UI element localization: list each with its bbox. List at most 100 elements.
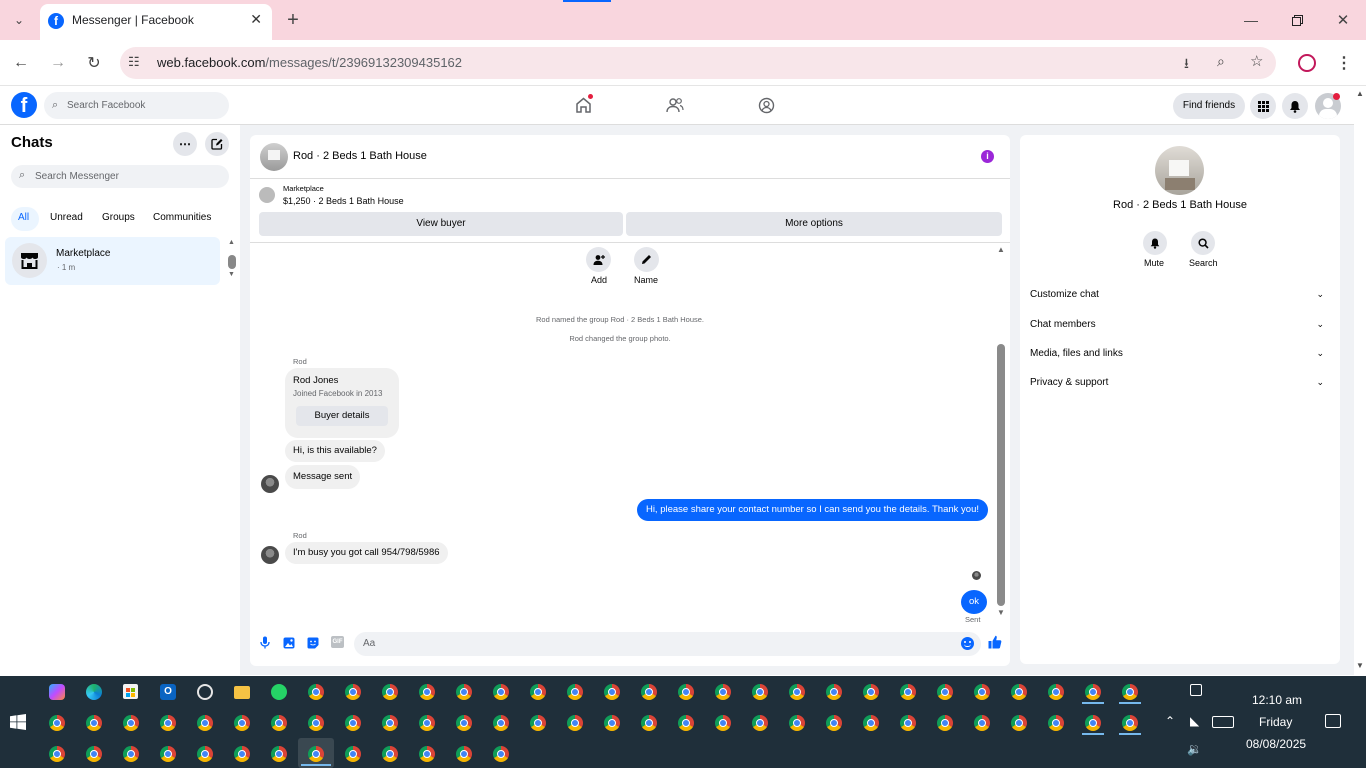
chrome-window-icon[interactable] xyxy=(641,715,657,731)
tab-search-button[interactable]: ⌄ xyxy=(8,10,30,30)
clock-time[interactable]: 12:10 am xyxy=(1252,693,1302,707)
listing-thumbnail[interactable] xyxy=(259,187,275,203)
menu-grid-icon[interactable] xyxy=(1250,93,1276,119)
new-tab-button[interactable]: + xyxy=(282,9,304,31)
volume-icon[interactable]: 🔉 xyxy=(1187,742,1202,756)
chrome-window-icon[interactable] xyxy=(493,746,509,762)
chrome-window-icon[interactable] xyxy=(900,715,916,731)
chrome-window-icon[interactable] xyxy=(419,746,435,762)
chrome-window-icon[interactable] xyxy=(160,715,176,731)
chrome-window-icon[interactable] xyxy=(974,715,990,731)
chrome-window-icon[interactable] xyxy=(567,715,583,731)
thumbs-up-icon[interactable] xyxy=(988,635,1002,654)
bookmark-star-icon[interactable]: ☆ xyxy=(1250,52,1263,70)
name-group-button[interactable] xyxy=(634,247,659,272)
conversation-title[interactable]: Rod · 2 Beds 1 Bath House xyxy=(293,150,427,162)
find-friends-button[interactable]: Find friends xyxy=(1173,93,1245,119)
keyboard-icon[interactable] xyxy=(1212,716,1234,728)
chrome-profile-icon[interactable] xyxy=(567,684,583,700)
chrome-profile-icon[interactable] xyxy=(641,684,657,700)
home-icon[interactable] xyxy=(575,94,593,118)
add-people-button[interactable] xyxy=(586,247,611,272)
facebook-search-input[interactable]: ⌕ Search Facebook xyxy=(44,92,229,119)
chrome-window-icon[interactable] xyxy=(197,715,213,731)
chrome-window-icon[interactable] xyxy=(382,715,398,731)
chrome-window-icon[interactable] xyxy=(271,746,287,762)
restore-button[interactable] xyxy=(1284,8,1310,32)
chrome-profile-icon[interactable] xyxy=(752,684,768,700)
chrome-profile-icon[interactable] xyxy=(974,684,990,700)
minimize-button[interactable]: — xyxy=(1238,8,1264,32)
chat-list-scrollbar[interactable]: ▲ ▼ xyxy=(227,239,237,281)
incoming-message[interactable]: Message sent xyxy=(285,465,361,489)
chrome-profile-icon[interactable] xyxy=(863,684,879,700)
chrome-profile-icon[interactable] xyxy=(715,684,731,700)
chrome-window-icon[interactable] xyxy=(160,746,176,762)
chrome-window-icon[interactable] xyxy=(456,746,472,762)
chrome-window-icon[interactable] xyxy=(308,746,324,762)
edge-icon[interactable] xyxy=(86,684,102,700)
chrome-window-icon[interactable] xyxy=(937,715,953,731)
filter-communities-tab[interactable]: Communities xyxy=(153,212,211,223)
rod-avatar[interactable] xyxy=(261,475,279,493)
facebook-logo-icon[interactable]: f xyxy=(11,92,37,118)
install-app-icon[interactable]: ⭳ xyxy=(1184,53,1189,77)
chrome-profile-icon[interactable] xyxy=(937,684,953,700)
chrome-window-icon[interactable] xyxy=(530,715,546,731)
chrome-window-icon[interactable] xyxy=(86,715,102,731)
chrome-window-icon[interactable] xyxy=(752,715,768,731)
chrome-profile-icon[interactable] xyxy=(382,684,398,700)
chrome-profile-icon[interactable] xyxy=(1011,684,1027,700)
show-hidden-icons-chevron-up-icon[interactable]: ⌃ xyxy=(1165,714,1175,728)
group-photo-avatar[interactable] xyxy=(260,143,288,171)
start-button[interactable] xyxy=(10,714,26,730)
chrome-window-icon[interactable] xyxy=(826,715,842,731)
chrome-window-icon[interactable] xyxy=(1048,715,1064,731)
chrome-window-icon[interactable] xyxy=(49,746,65,762)
chrome-window-icon[interactable] xyxy=(419,715,435,731)
notification-center-icon[interactable] xyxy=(1325,714,1341,728)
page-scrollbar[interactable]: ▲ ▼ xyxy=(1354,87,1366,676)
chrome-window-icon[interactable] xyxy=(715,715,731,731)
microphone-icon[interactable] xyxy=(260,636,270,654)
site-info-icon[interactable]: ☷ xyxy=(128,54,140,70)
chrome-profile-icon[interactable] xyxy=(345,684,361,700)
browser-tab[interactable]: f Messenger | Facebook ✕ xyxy=(40,4,272,40)
chrome-window-icon[interactable] xyxy=(123,746,139,762)
notifications-bell-icon[interactable] xyxy=(1282,93,1308,119)
chrome-window-icon[interactable] xyxy=(234,715,250,731)
chrome-window-icon[interactable] xyxy=(345,746,361,762)
chrome-window-icon[interactable] xyxy=(678,715,694,731)
gif-icon[interactable]: GIF xyxy=(331,636,344,648)
chrome-profile-icon[interactable] xyxy=(493,684,509,700)
chrome-window-icon[interactable] xyxy=(123,715,139,731)
listing-price-title[interactable]: $1,250 · 2 Beds 1 Bath House xyxy=(283,196,404,206)
chrome-profile-icon[interactable] xyxy=(1048,684,1064,700)
conversation-info-icon[interactable]: i xyxy=(981,150,994,163)
chrome-window-icon[interactable] xyxy=(197,746,213,762)
media-files-links-section[interactable]: Media, files and links ⌄ xyxy=(1030,348,1330,359)
network-icon[interactable]: ◣ xyxy=(1190,714,1199,728)
chrome-profile-icon[interactable] xyxy=(900,684,916,700)
chatgpt-icon[interactable] xyxy=(197,684,213,700)
buyer-details-button[interactable]: Buyer details xyxy=(296,406,388,426)
more-options-button[interactable]: More options xyxy=(626,212,1002,236)
chat-list-item[interactable]: Marketplace · 1 m xyxy=(5,237,220,285)
filter-groups-tab[interactable]: Groups xyxy=(102,212,135,223)
chrome-profile-icon[interactable] xyxy=(826,684,842,700)
chrome-profile-icon[interactable] xyxy=(1085,684,1101,700)
chrome-window-icon[interactable] xyxy=(1085,715,1101,731)
chrome-profile-icon[interactable] xyxy=(530,684,546,700)
copilot-icon[interactable] xyxy=(49,684,65,700)
chrome-icon[interactable] xyxy=(308,684,324,700)
zoom-icon[interactable]: ⌕ xyxy=(1217,53,1225,70)
customize-chat-section[interactable]: Customize chat ⌄ xyxy=(1030,289,1330,300)
gaming-icon[interactable] xyxy=(758,97,775,119)
filter-unread-tab[interactable]: Unread xyxy=(50,212,83,223)
chrome-window-icon[interactable] xyxy=(86,746,102,762)
outgoing-message[interactable]: Hi, please share your contact number so … xyxy=(636,499,988,521)
chrome-window-icon[interactable] xyxy=(308,715,324,731)
chrome-window-icon[interactable] xyxy=(382,746,398,762)
new-message-button[interactable] xyxy=(205,132,229,156)
chrome-window-icon[interactable] xyxy=(1011,715,1027,731)
